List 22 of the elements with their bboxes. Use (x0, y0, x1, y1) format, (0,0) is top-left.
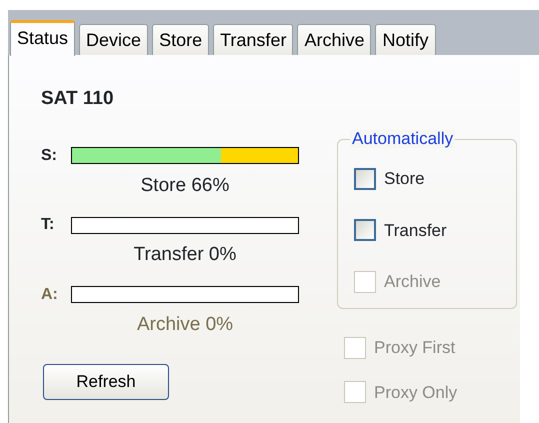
checkbox[interactable] (354, 219, 376, 242)
tab[interactable]: Archive (297, 24, 372, 55)
tab[interactable]: Status (10, 20, 76, 56)
checkbox-label: Archive (384, 271, 441, 293)
checkbox-label: Store (384, 168, 425, 190)
progress-reading: Archive 0% (136, 312, 234, 336)
group-title: Automatically (350, 130, 456, 148)
tab[interactable]: Store (152, 24, 210, 55)
checkbox-label: Transfer (384, 220, 447, 242)
refresh-button[interactable]: Refresh (43, 364, 169, 400)
tab[interactable]: Device (79, 24, 148, 55)
checkbox[interactable] (354, 168, 376, 190)
progress-reading: Store 66% (140, 174, 230, 198)
tab[interactable]: Notify (375, 24, 436, 55)
meter-letter: A: (41, 284, 59, 304)
progress-reading: Transfer 0% (132, 243, 238, 267)
checkbox-label: Proxy First (374, 337, 456, 359)
device-name: SAT 110 (41, 87, 115, 111)
tab[interactable]: Transfer (213, 24, 294, 55)
meter-letter: S: (41, 146, 58, 166)
meter-letter: T: (41, 215, 56, 235)
checkbox-label: Proxy Only (374, 382, 458, 404)
